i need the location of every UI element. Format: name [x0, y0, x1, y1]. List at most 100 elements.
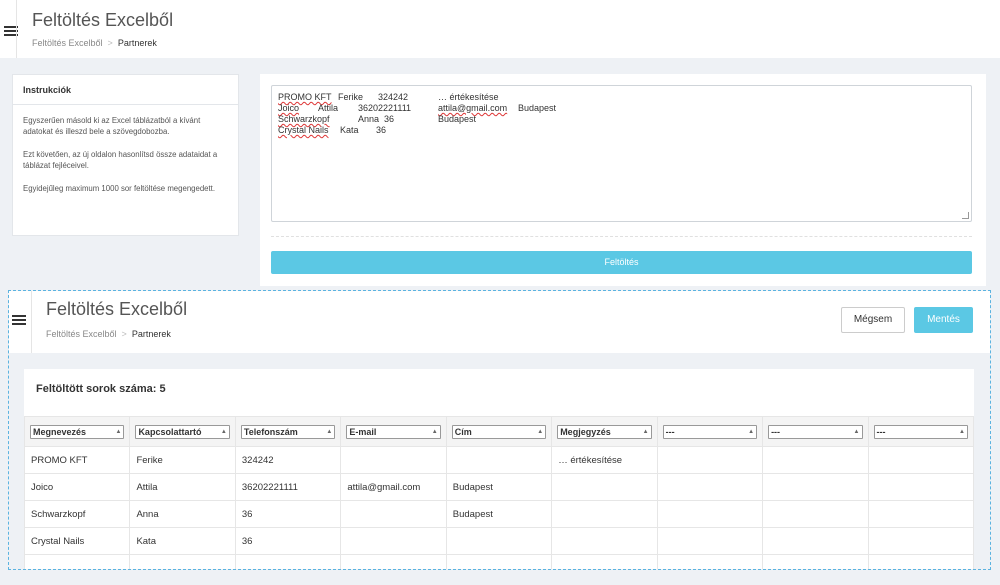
paste-cell: 36202221111 [358, 103, 412, 113]
instructions-paragraph: Egyidejűleg maximum 1000 sor feltöltése … [23, 184, 215, 193]
paste-cell: Crystal Nails [278, 125, 329, 135]
paste-line: Schwarzkopf Anna 36 Budapest [278, 114, 965, 125]
upload-button[interactable]: Feltöltés [271, 251, 972, 274]
column-header: --- ▲▼ [656, 416, 764, 447]
table-cell: attila@gmail.com [340, 473, 447, 501]
column-mapping-select[interactable]: Telefonszám ▲▼ [240, 424, 336, 439]
paste-cell: Kata [340, 125, 359, 135]
paste-cell: Budapest [438, 114, 477, 124]
breadcrumb-parent[interactable]: Feltöltés Excelből [46, 329, 117, 339]
column-mapping-select[interactable]: --- ▲▼ [662, 424, 758, 439]
caret-updown-icon: ▲▼ [431, 428, 438, 435]
paste-cell: Attila [318, 103, 339, 113]
table-header-row: Megnevezés ▲▼ Kapcsolattartó ▲▼ Telefonszá… [24, 416, 974, 447]
column-mapping-value: --- [665, 426, 675, 437]
instructions-body: Egyszerűen másold ki az Excel táblázatbó… [13, 105, 238, 194]
column-mapping-value: Kapcsolattartó [138, 426, 202, 437]
column-mapping-value: Telefonszám [243, 426, 298, 437]
table-row: PROMO KFT Ferike 324242 … értékesítése [24, 446, 974, 474]
column-mapping-select[interactable]: Kapcsolattartó ▲▼ [135, 424, 230, 439]
table-cell: 36 [234, 527, 342, 555]
table-row: Schwarzkopf Anna 36 Budapest [24, 500, 974, 528]
cancel-button[interactable]: Mégsem [841, 307, 905, 333]
breadcrumb-separator: > [121, 329, 127, 339]
column-header: --- ▲▼ [762, 416, 869, 447]
column-header: Kapcsolattartó ▲▼ [129, 416, 236, 447]
resize-handle-icon[interactable] [962, 212, 969, 219]
column-mapping-value: --- [876, 426, 886, 437]
table-cell [24, 554, 131, 569]
column-header: Megjegyzés ▲▼ [551, 416, 658, 447]
paste-cell: Ferike [338, 92, 364, 102]
column-mapping-select[interactable]: --- ▲▼ [873, 424, 968, 439]
table-row: Crystal Nails Kata 36 [24, 527, 974, 555]
paste-cell: Budapest [518, 103, 557, 113]
column-header: Cím ▲▼ [445, 416, 553, 447]
table-cell [234, 554, 342, 569]
paste-line: PROMO KFT Ferike 324242 … értékesítése [278, 92, 965, 103]
caret-updown-icon: ▲▼ [959, 428, 965, 435]
caret-updown-icon: ▲▼ [326, 428, 333, 435]
caret-updown-icon: ▲▼ [537, 428, 544, 435]
table-cell: Joico [24, 473, 131, 501]
table-cell: Ferike [129, 446, 236, 474]
table-cell [445, 527, 553, 555]
table-cell [551, 527, 658, 555]
hamburger-icon[interactable] [12, 315, 26, 325]
breadcrumb-separator: > [107, 38, 113, 48]
table-cell [867, 500, 974, 528]
table-row [24, 554, 974, 569]
table-cell [340, 500, 447, 528]
table-cell: Attila [129, 473, 236, 501]
paste-cell: Anna [358, 114, 380, 124]
table-cell [445, 554, 553, 569]
page-title: Feltöltés Excelből [32, 10, 174, 30]
table-cell [762, 527, 869, 555]
table-cell [656, 473, 764, 501]
table-cell [867, 527, 974, 555]
result-table: Megnevezés ▲▼ Kapcsolattartó ▲▼ Telefonszá… [24, 416, 974, 569]
column-mapping-select[interactable]: Cím ▲▼ [451, 424, 547, 439]
top-header: Feltöltés Excelből Feltöltés Excelből > Pa… [0, 0, 1000, 58]
column-mapping-select[interactable]: E-mail ▲▼ [346, 424, 441, 439]
column-mapping-select[interactable]: Megjegyzés ▲▼ [557, 424, 652, 439]
table-cell: 324242 [234, 446, 342, 474]
table-cell [762, 446, 869, 474]
table-cell: Anna [129, 500, 236, 528]
paste-line: Crystal Nails Kata 36 [278, 125, 965, 136]
instructions-paragraph: Egyszerűen másold ki az Excel táblázatbó… [23, 116, 201, 136]
breadcrumb: Feltöltés Excelből > Partnerek [46, 329, 171, 339]
column-header: --- ▲▼ [867, 416, 974, 447]
table-cell [551, 473, 658, 501]
table-cell [656, 554, 764, 569]
caret-updown-icon: ▲▼ [642, 428, 649, 435]
table-cell [867, 473, 974, 501]
result-card: Feltöltött sorok száma: 5 Megnevezés ▲▼ K… [24, 369, 974, 569]
table-cell: Schwarzkopf [24, 500, 131, 528]
paste-cell: Joico [278, 103, 300, 113]
paste-cell: … értékesítése [438, 92, 499, 102]
table-cell [762, 554, 869, 569]
instructions-heading: Instrukciók [13, 75, 238, 105]
paste-textarea[interactable]: PROMO KFT Ferike 324242 … értékesítése J… [271, 85, 972, 222]
column-mapping-select[interactable]: Megnevezés ▲▼ [30, 424, 125, 439]
column-mapping-select[interactable]: --- ▲▼ [768, 424, 863, 439]
paste-cell: 324242 [378, 92, 409, 102]
table-cell: … értékesítése [551, 446, 658, 474]
table-cell [656, 500, 764, 528]
breadcrumb-parent[interactable]: Feltöltés Excelből [32, 38, 103, 48]
paste-cell: PROMO KFT [278, 92, 332, 102]
caret-updown-icon: ▲▼ [853, 428, 860, 435]
table-cell [551, 500, 658, 528]
header-divider [16, 0, 17, 58]
save-button[interactable]: Mentés [914, 307, 973, 333]
caret-updown-icon: ▲▼ [115, 428, 122, 435]
table-cell [656, 527, 764, 555]
paste-cell: Schwarzkopf [278, 114, 330, 124]
breadcrumb-current: Partnerek [131, 329, 171, 339]
column-mapping-value: Megjegyzés [560, 426, 611, 437]
form-divider [271, 236, 972, 237]
table-cell: PROMO KFT [24, 446, 131, 474]
result-region: Feltöltés Excelből Feltöltés Excelből > Pa… [8, 290, 991, 570]
instructions-paragraph: Ezt követően, az új oldalon hasonlítsd ö… [23, 150, 218, 170]
